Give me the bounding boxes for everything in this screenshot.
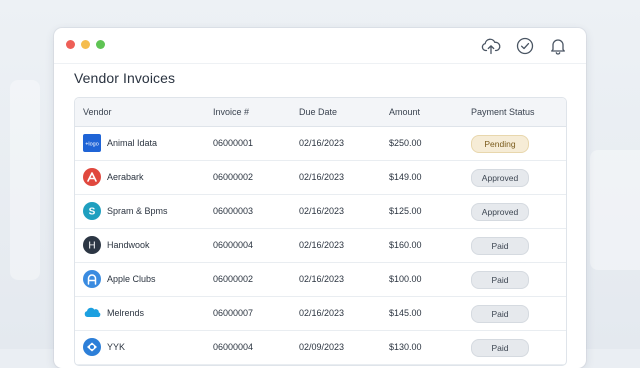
table-row[interactable]: +logo Animal Idata 06000001 02/16/2023 $… [75, 127, 566, 161]
check-circle-icon[interactable] [514, 35, 536, 57]
upload-cloud-icon[interactable] [480, 35, 502, 57]
invoice-number: 06000004 [213, 342, 254, 352]
vendor-name[interactable]: Apple Clubs [107, 263, 156, 296]
vendor-name[interactable]: Handwook [107, 229, 150, 262]
amount: $125.00 [389, 206, 422, 216]
invoice-table: Vendor Invoice # Due Date Amount Payment… [74, 97, 567, 366]
logo-text: +logo [85, 142, 99, 148]
page-title: Vendor Invoices [74, 70, 176, 86]
bell-icon[interactable] [547, 35, 569, 57]
amount: $149.00 [389, 172, 422, 182]
app-window: Vendor Invoices Vendor Invoice # Due Dat… [54, 28, 586, 368]
invoice-number: 06000003 [213, 206, 254, 216]
aerabark-logo-icon [83, 168, 101, 186]
column-header-invoice[interactable]: Invoice # [213, 98, 249, 126]
svg-text:S: S [89, 207, 96, 218]
due-date: 02/16/2023 [299, 172, 345, 182]
background-decoration [10, 80, 40, 280]
maximize-window-button[interactable] [96, 40, 105, 49]
status-badge: Paid [471, 339, 529, 357]
amount: $130.00 [389, 342, 422, 352]
due-date: 02/16/2023 [299, 308, 345, 318]
status-badge: Paid [471, 305, 529, 323]
amount: $250.00 [389, 138, 422, 148]
table-row[interactable]: YYK 06000004 02/09/2023 $130.00 Paid [75, 331, 566, 365]
cloud-logo-icon [83, 304, 101, 322]
due-date: 02/16/2023 [299, 274, 345, 284]
invoice-number: 06000002 [213, 274, 254, 284]
amount: $160.00 [389, 240, 422, 250]
invoice-number: 06000007 [213, 308, 254, 318]
invoice-number: 06000004 [213, 240, 254, 250]
vendor-name[interactable]: Spram & Bpms [107, 195, 168, 228]
status-badge: Paid [471, 237, 529, 255]
invoice-number: 06000001 [213, 138, 254, 148]
vendor-name[interactable]: Animal Idata [107, 127, 157, 160]
vendor-name[interactable]: YYK [107, 331, 125, 364]
column-header-due-date[interactable]: Due Date [299, 98, 337, 126]
minimize-window-button[interactable] [81, 40, 90, 49]
handwook-logo-icon: H [83, 236, 101, 254]
column-header-vendor[interactable]: Vendor [83, 98, 112, 126]
due-date: 02/09/2023 [299, 342, 345, 352]
yyk-logo-icon [83, 338, 101, 356]
amount: $145.00 [389, 308, 422, 318]
status-badge: Paid [471, 271, 529, 289]
apple-clubs-logo-icon [83, 270, 101, 288]
due-date: 02/16/2023 [299, 240, 345, 250]
table-row[interactable]: Apple Clubs 06000002 02/16/2023 $100.00 … [75, 263, 566, 297]
status-badge: Approved [471, 169, 529, 187]
table-header: Vendor Invoice # Due Date Amount Payment… [75, 98, 566, 127]
status-badge: Pending [471, 135, 529, 153]
due-date: 02/16/2023 [299, 206, 345, 216]
spram-logo-icon: S [83, 202, 101, 220]
column-header-payment-status[interactable]: Payment Status [471, 98, 535, 126]
title-bar [54, 28, 586, 64]
amount: $100.00 [389, 274, 422, 284]
table-row[interactable]: Melrends 06000007 02/16/2023 $145.00 Pai… [75, 297, 566, 331]
vendor-name[interactable]: Melrends [107, 297, 144, 330]
svg-text:H: H [88, 241, 95, 252]
status-badge: Approved [471, 203, 529, 221]
background-decoration [590, 150, 640, 270]
table-row[interactable]: Aerabark 06000002 02/16/2023 $149.00 App… [75, 161, 566, 195]
brand-logo-icon: +logo [83, 134, 101, 152]
invoice-number: 06000002 [213, 172, 254, 182]
close-window-button[interactable] [66, 40, 75, 49]
table-row[interactable]: H Handwook 06000004 02/16/2023 $160.00 P… [75, 229, 566, 263]
due-date: 02/16/2023 [299, 138, 345, 148]
vendor-name[interactable]: Aerabark [107, 161, 144, 194]
column-header-amount[interactable]: Amount [389, 98, 420, 126]
table-row[interactable]: S Spram & Bpms 06000003 02/16/2023 $125.… [75, 195, 566, 229]
